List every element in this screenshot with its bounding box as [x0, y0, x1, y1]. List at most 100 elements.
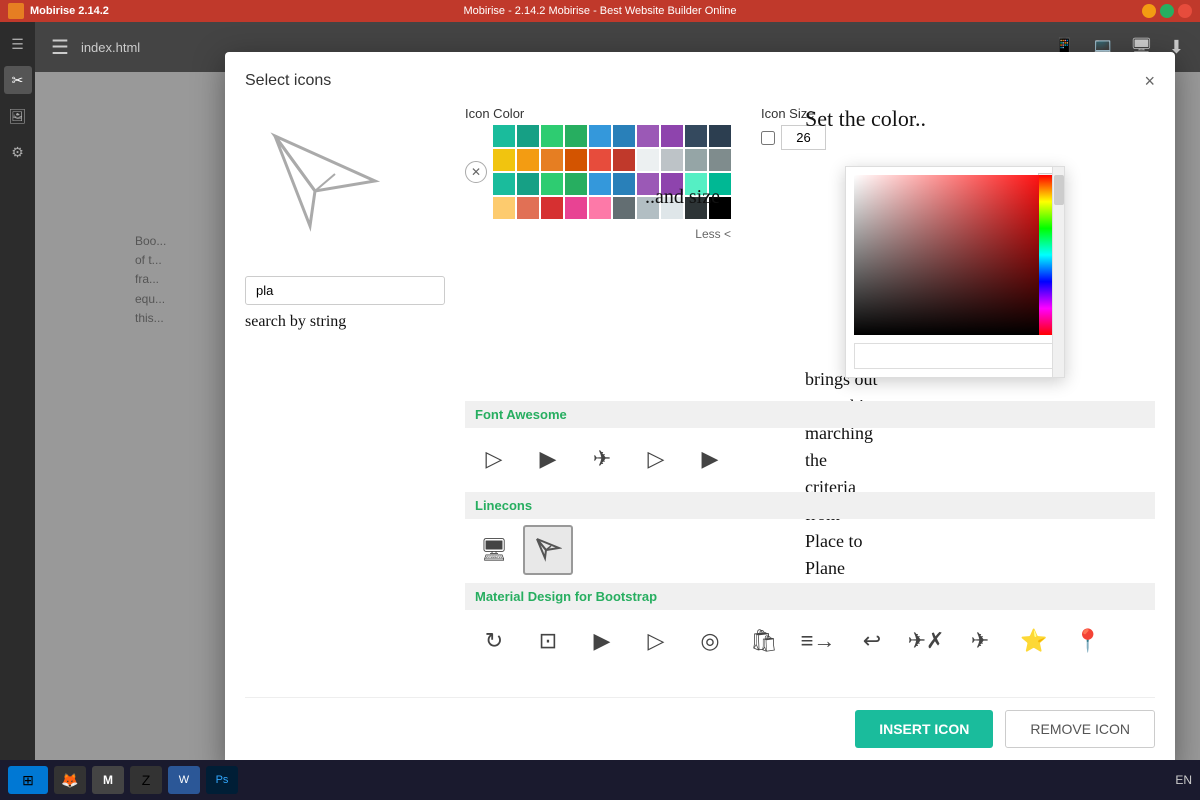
- hamburger-icon[interactable]: ☰: [51, 35, 69, 60]
- less-button[interactable]: Less <: [465, 227, 731, 241]
- color-cell[interactable]: [541, 125, 563, 147]
- color-cell[interactable]: [493, 197, 515, 219]
- color-cell[interactable]: [613, 125, 635, 147]
- color-cell[interactable]: [541, 197, 563, 219]
- search-input[interactable]: [245, 276, 445, 305]
- maximize-button[interactable]: [1160, 4, 1174, 18]
- taskbar-ps-icon[interactable]: Ps: [206, 766, 238, 794]
- color-cell[interactable]: [589, 173, 611, 195]
- icon-item[interactable]: ⊡: [523, 616, 573, 666]
- color-cell[interactable]: [661, 173, 683, 195]
- sidebar-settings-icon[interactable]: ⚙: [4, 138, 32, 166]
- color-cell[interactable]: [637, 173, 659, 195]
- dialog-close-button[interactable]: ×: [1144, 72, 1155, 90]
- taskbar-m-icon[interactable]: M: [92, 766, 124, 794]
- color-cell[interactable]: [589, 125, 611, 147]
- icon-item[interactable]: ≡→: [793, 616, 843, 666]
- category-material: Material Design for Bootstrap ↻ ⊡ ▶ ▷ ◎ …: [465, 583, 1155, 681]
- icon-item[interactable]: ✈✗: [901, 616, 951, 666]
- color-cell[interactable]: [709, 173, 731, 195]
- taskbar-ftp-icon[interactable]: Z: [130, 766, 162, 794]
- insert-icon-button[interactable]: INSERT ICON: [855, 710, 993, 748]
- color-hex-input[interactable]: [854, 343, 1056, 369]
- sidebar-image-icon[interactable]: 🖼: [4, 102, 32, 130]
- icon-item[interactable]: 📍: [1063, 616, 1113, 666]
- color-cell[interactable]: [613, 197, 635, 219]
- select-icons-dialog: Select icons ×: [225, 52, 1175, 768]
- color-cell[interactable]: [493, 125, 515, 147]
- icon-preview: [245, 106, 405, 266]
- color-cell[interactable]: [685, 197, 707, 219]
- color-clear-button[interactable]: ✕: [465, 161, 487, 183]
- color-cell[interactable]: [613, 173, 635, 195]
- color-cell[interactable]: [637, 197, 659, 219]
- color-cell[interactable]: [517, 197, 539, 219]
- taskbar-language: EN: [1175, 773, 1192, 787]
- icon-item[interactable]: ▶: [685, 434, 735, 484]
- icon-item[interactable]: ✔: [523, 670, 573, 681]
- icon-color-label: Icon Color: [465, 106, 731, 121]
- color-cell[interactable]: [685, 173, 707, 195]
- size-input[interactable]: [781, 125, 826, 150]
- color-cell[interactable]: [541, 173, 563, 195]
- icon-item[interactable]: 🖥: [469, 525, 519, 575]
- size-checkbox[interactable]: [761, 131, 775, 145]
- color-picker-scrollbar[interactable]: [1052, 167, 1064, 377]
- color-cell[interactable]: [661, 125, 683, 147]
- color-cell[interactable]: [565, 149, 587, 171]
- color-cell[interactable]: [709, 197, 731, 219]
- color-cell[interactable]: [493, 149, 515, 171]
- color-cell[interactable]: [565, 125, 587, 147]
- icon-item-selected[interactable]: [523, 525, 573, 575]
- icons-row-linecons: 🖥: [465, 525, 1155, 575]
- taskbar-word-icon[interactable]: W: [168, 766, 200, 794]
- sidebar-menu-icon[interactable]: ☰: [4, 30, 32, 58]
- color-cell[interactable]: [661, 197, 683, 219]
- icon-item[interactable]: 🛒: [469, 670, 519, 681]
- close-button[interactable]: [1178, 4, 1192, 18]
- minimize-button[interactable]: [1142, 4, 1156, 18]
- icon-item[interactable]: ◎: [685, 616, 735, 666]
- color-cell[interactable]: [685, 125, 707, 147]
- color-swatch-row: ✕: [465, 125, 731, 219]
- category-header-fa: Font Awesome: [465, 401, 1155, 428]
- icon-item[interactable]: ▶: [523, 434, 573, 484]
- icon-item[interactable]: ⭐: [1009, 616, 1059, 666]
- taskbar-browser-icon[interactable]: 🦊: [54, 766, 86, 794]
- color-cell[interactable]: [661, 149, 683, 171]
- icon-item[interactable]: ▷: [631, 434, 681, 484]
- color-cell[interactable]: [541, 149, 563, 171]
- icon-item[interactable]: 🛍: [739, 616, 789, 666]
- color-cell[interactable]: [589, 197, 611, 219]
- icon-item[interactable]: ✈: [955, 616, 1005, 666]
- color-cell[interactable]: [517, 125, 539, 147]
- color-cell[interactable]: [517, 173, 539, 195]
- titlebar: Mobirise 2.14.2 Mobirise - 2.14.2 Mobiri…: [0, 0, 1200, 22]
- color-cell[interactable]: [709, 125, 731, 147]
- color-cell[interactable]: [493, 173, 515, 195]
- start-button[interactable]: ⊞: [8, 766, 48, 794]
- color-cell[interactable]: [637, 125, 659, 147]
- color-cell[interactable]: [565, 197, 587, 219]
- icon-item[interactable]: ↻: [469, 616, 519, 666]
- icon-item[interactable]: ▷: [469, 434, 519, 484]
- color-cell[interactable]: [637, 149, 659, 171]
- color-cell[interactable]: [613, 149, 635, 171]
- sidebar-clip-icon[interactable]: ✂: [4, 66, 32, 94]
- icons-row-material: ↻ ⊡ ▶ ▷ ◎ 🛍 ≡→ ↩ ✈✗ ✈ ⭐ 📍 🛒: [465, 616, 1155, 681]
- color-cell[interactable]: [589, 149, 611, 171]
- icon-item[interactable]: ↩: [847, 616, 897, 666]
- icon-item[interactable]: ▶: [577, 616, 627, 666]
- icon-item[interactable]: ✈: [577, 434, 627, 484]
- color-cell[interactable]: [685, 149, 707, 171]
- color-cell[interactable]: [565, 173, 587, 195]
- icons-scroll-area[interactable]: Font Awesome ▷ ▶ ✈ ▷ ▶ Linecon: [465, 401, 1155, 681]
- icon-size-label: Icon Size: [761, 106, 826, 121]
- icon-item[interactable]: 📱: [577, 670, 627, 681]
- remove-icon-button[interactable]: REMOVE ICON: [1005, 710, 1155, 748]
- color-gradient-canvas[interactable]: [854, 175, 1054, 335]
- color-cell[interactable]: [709, 149, 731, 171]
- color-cell[interactable]: [517, 149, 539, 171]
- icon-item[interactable]: ▷: [631, 616, 681, 666]
- icon-color-group: Icon Color ✕ Less <: [465, 106, 731, 241]
